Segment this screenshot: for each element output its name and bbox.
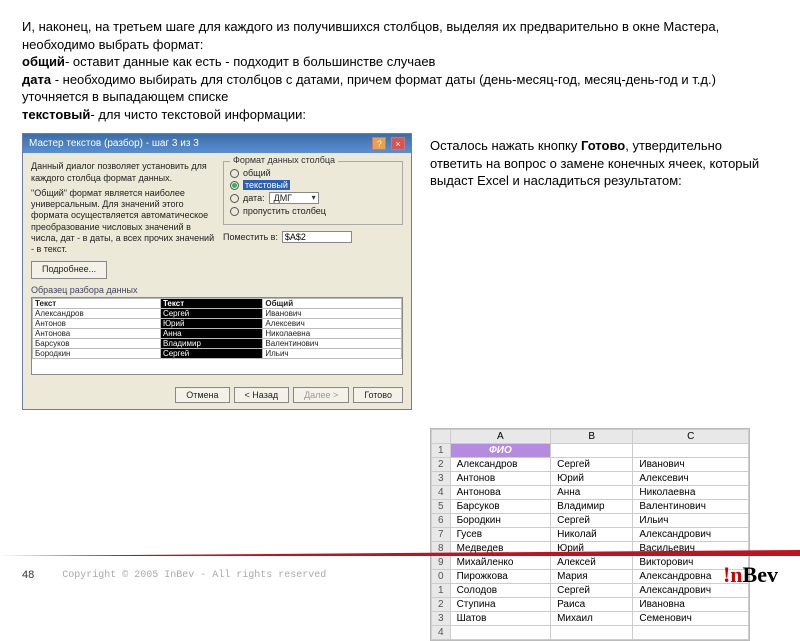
wizard-dialog: Мастер текстов (разбор) - шаг 3 из 3 ? ×… bbox=[22, 133, 412, 409]
window-controls: ? × bbox=[370, 137, 405, 150]
wizard-title: Мастер текстов (разбор) - шаг 3 из 3 bbox=[29, 138, 199, 149]
intro-text: И, наконец, на третьем шаге для каждого … bbox=[22, 18, 778, 123]
result-sheet: ABC1ФИО2АлександровСергейИванович3Антоно… bbox=[430, 428, 750, 641]
format-fieldset: Формат данных столбца общий текстовый да… bbox=[223, 161, 403, 225]
cancel-button[interactable]: Отмена bbox=[175, 387, 229, 403]
wizard-titlebar: Мастер текстов (разбор) - шаг 3 из 3 ? × bbox=[23, 134, 411, 153]
page-number: 48 bbox=[22, 569, 34, 581]
wizard-description: Данный диалог позволяет установить для к… bbox=[31, 161, 215, 278]
finish-button[interactable]: Готово bbox=[353, 387, 403, 403]
radio-date[interactable]: дата: ДМГ bbox=[230, 192, 396, 204]
next-button: Далее > bbox=[293, 387, 349, 403]
more-button[interactable]: Подробнее... bbox=[31, 261, 107, 278]
inbev-logo: !nBev bbox=[723, 562, 778, 588]
right-text: Осталось нажать кнопку Готово, утвердите… bbox=[430, 133, 778, 409]
preview-label: Образец разбора данных bbox=[31, 285, 403, 295]
radio-general[interactable]: общий bbox=[230, 168, 396, 178]
place-label: Поместить в: bbox=[223, 232, 278, 242]
preview-grid: ТекстТекстОбщийАлександровСергейИванович… bbox=[31, 297, 403, 375]
radio-skip[interactable]: пропустить столбец bbox=[230, 206, 396, 216]
date-format-combo[interactable]: ДМГ bbox=[269, 192, 319, 204]
help-icon[interactable]: ? bbox=[372, 137, 386, 150]
copyright: Copyright © 2005 InBev - All rights rese… bbox=[62, 570, 723, 581]
back-button[interactable]: < Назад bbox=[234, 387, 290, 403]
close-icon[interactable]: × bbox=[391, 137, 405, 150]
red-divider bbox=[0, 550, 800, 556]
radio-text[interactable]: текстовый bbox=[230, 180, 396, 190]
place-input[interactable] bbox=[282, 231, 352, 243]
